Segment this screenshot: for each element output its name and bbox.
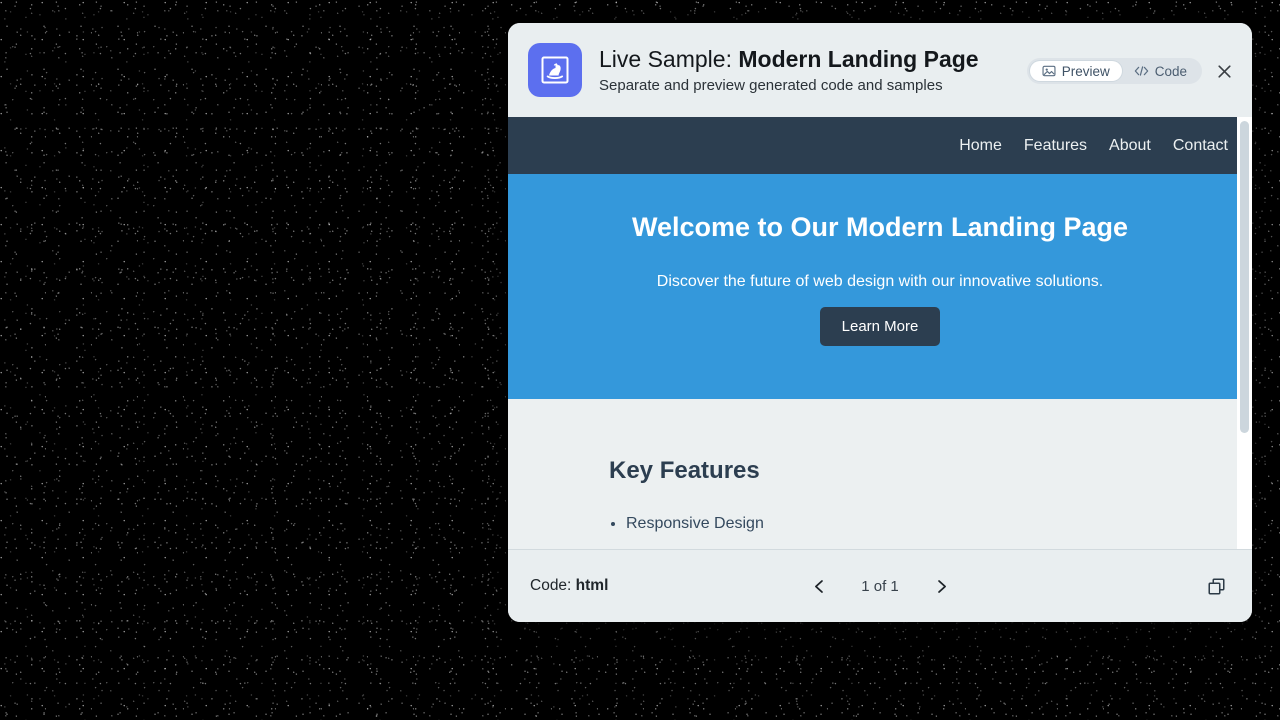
rendered-sample-page: Home Features About Contact Welcome to O… bbox=[508, 117, 1252, 549]
nav-link-about[interactable]: About bbox=[1109, 137, 1151, 155]
view-mode-toggle[interactable]: Preview Code bbox=[1026, 58, 1202, 84]
tab-preview[interactable]: Preview bbox=[1029, 61, 1122, 81]
nav-link-contact[interactable]: Contact bbox=[1173, 137, 1228, 155]
features-heading: Key Features bbox=[609, 457, 760, 484]
code-language-prefix: Code: bbox=[530, 577, 576, 594]
header-controls: Preview Code bbox=[1026, 57, 1238, 85]
sample-site-nav: Home Features About Contact bbox=[508, 117, 1252, 174]
hero-subheading: Discover the future of web design with o… bbox=[656, 273, 1104, 290]
modal-footer: Code: html 1 of 1 bbox=[508, 549, 1252, 622]
modal-header: Live Sample: Modern Landing Page Separat… bbox=[508, 23, 1252, 117]
page-title-main: Modern Landing Page bbox=[738, 45, 979, 72]
chevron-left-icon[interactable] bbox=[807, 574, 831, 598]
code-language-label: Code: html bbox=[530, 577, 608, 595]
tab-code[interactable]: Code bbox=[1122, 61, 1199, 81]
nav-link-features[interactable]: Features bbox=[1024, 137, 1087, 155]
preview-viewport: Home Features About Contact Welcome to O… bbox=[508, 117, 1252, 549]
copy-icon[interactable] bbox=[1202, 572, 1230, 600]
features-list: Responsive Design bbox=[609, 511, 1252, 537]
preview-scrollbar-track[interactable] bbox=[1237, 117, 1252, 549]
tab-preview-label: Preview bbox=[1061, 63, 1110, 79]
angle-brackets-icon bbox=[1134, 64, 1149, 78]
page-title: Live Sample: Modern Landing Page bbox=[599, 45, 979, 73]
preview-scrollbar-thumb[interactable] bbox=[1240, 121, 1249, 433]
chevron-right-icon[interactable] bbox=[929, 574, 953, 598]
code-language-value: html bbox=[575, 577, 609, 594]
tab-code-label: Code bbox=[1154, 63, 1187, 79]
sample-pager: 1 of 1 bbox=[508, 574, 1252, 598]
hero-heading: Welcome to Our Modern Landing Page bbox=[631, 212, 1129, 242]
header-text-block: Live Sample: Modern Landing Page Separat… bbox=[599, 45, 979, 96]
image-icon bbox=[1042, 64, 1056, 78]
nav-link-home[interactable]: Home bbox=[959, 137, 1002, 155]
features-section: Key Features Responsive Design bbox=[508, 399, 1252, 537]
page-subtitle: Separate and preview generated code and … bbox=[599, 76, 943, 94]
rocking-horse-icon bbox=[528, 43, 582, 97]
list-item: Responsive Design bbox=[626, 511, 1252, 537]
close-icon[interactable] bbox=[1210, 57, 1238, 85]
hero-section: Welcome to Our Modern Landing Page Disco… bbox=[508, 174, 1252, 399]
live-sample-modal: Live Sample: Modern Landing Page Separat… bbox=[508, 23, 1252, 622]
page-indicator: 1 of 1 bbox=[861, 577, 899, 595]
page-title-prefix: Live Sample: bbox=[599, 45, 739, 72]
learn-more-button[interactable]: Learn More bbox=[819, 307, 941, 346]
